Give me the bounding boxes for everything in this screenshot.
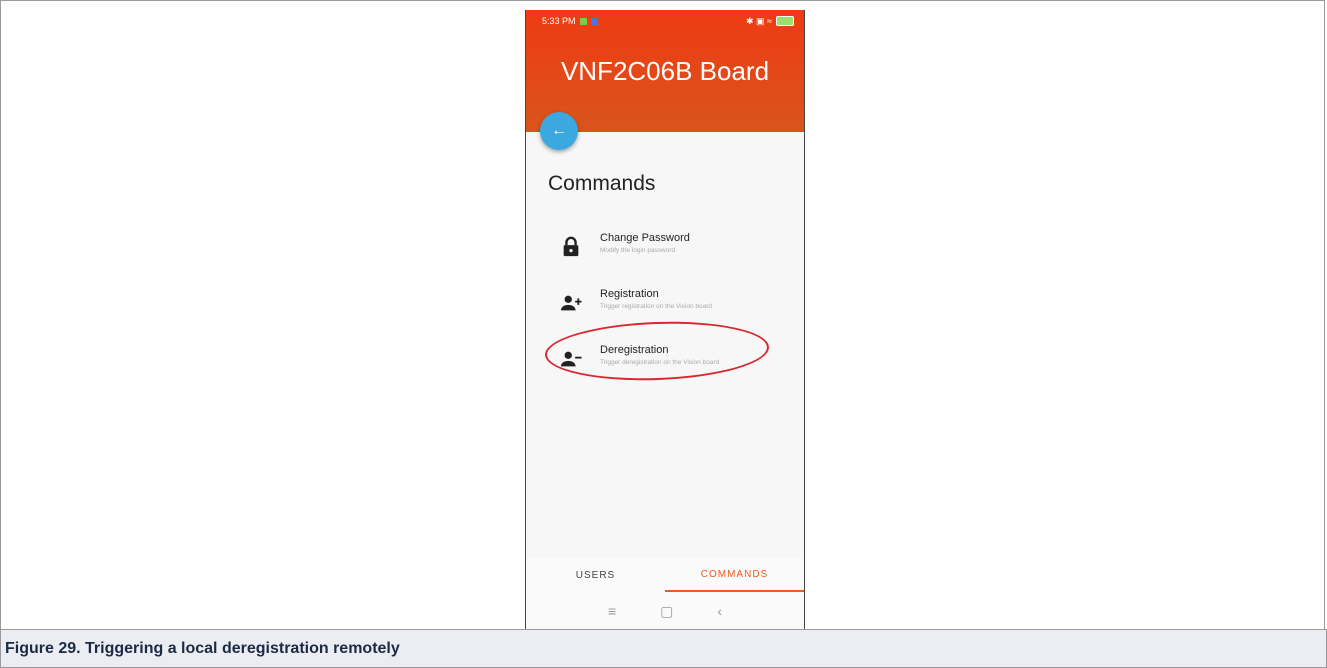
- section-title: Commands: [548, 172, 656, 195]
- battery-icon: [776, 16, 794, 26]
- back-button[interactable]: ←: [540, 112, 578, 150]
- command-title: Registration: [600, 288, 659, 300]
- caption-bar: Figure 29. Triggering a local deregistra…: [0, 629, 1327, 668]
- system-nav-bar: ≡ ▢ ‹: [526, 592, 804, 630]
- status-bar: 5:33 PM ✱ ▣ ≈: [526, 10, 804, 32]
- command-title: Change Password: [600, 232, 690, 244]
- tab-users[interactable]: USERS: [526, 558, 665, 592]
- person-add-icon: [560, 295, 582, 311]
- command-subtitle: Modify the login password: [600, 247, 676, 254]
- status-icons: ✱ ▣ ≈: [746, 15, 772, 26]
- tab-commands[interactable]: COMMANDS: [665, 558, 804, 592]
- figure-frame: 5:33 PM ✱ ▣ ≈ VNF2C06B Board ← Commands: [0, 0, 1325, 630]
- tab-bar: USERS COMMANDS: [526, 558, 804, 592]
- figure-caption: Figure 29. Triggering a local deregistra…: [5, 640, 400, 657]
- arrow-left-icon: ←: [551, 122, 567, 139]
- notification-icon: [579, 17, 587, 25]
- command-registration[interactable]: Registration Trigger registration on the…: [560, 288, 800, 324]
- command-change-password[interactable]: Change Password Modify the login passwor…: [560, 232, 800, 268]
- home-icon[interactable]: ▢: [660, 603, 673, 620]
- status-time: 5:33 PM: [542, 16, 576, 26]
- phone-screenshot: 5:33 PM ✱ ▣ ≈ VNF2C06B Board ← Commands: [525, 10, 805, 630]
- app-title: VNF2C06B Board: [560, 56, 770, 86]
- command-subtitle: Trigger registration on the Vision board: [600, 303, 713, 310]
- back-nav-icon[interactable]: ‹: [717, 603, 722, 619]
- menu-icon[interactable]: ≡: [608, 603, 616, 619]
- lock-icon: [563, 236, 579, 257]
- notification-icon: [590, 17, 598, 25]
